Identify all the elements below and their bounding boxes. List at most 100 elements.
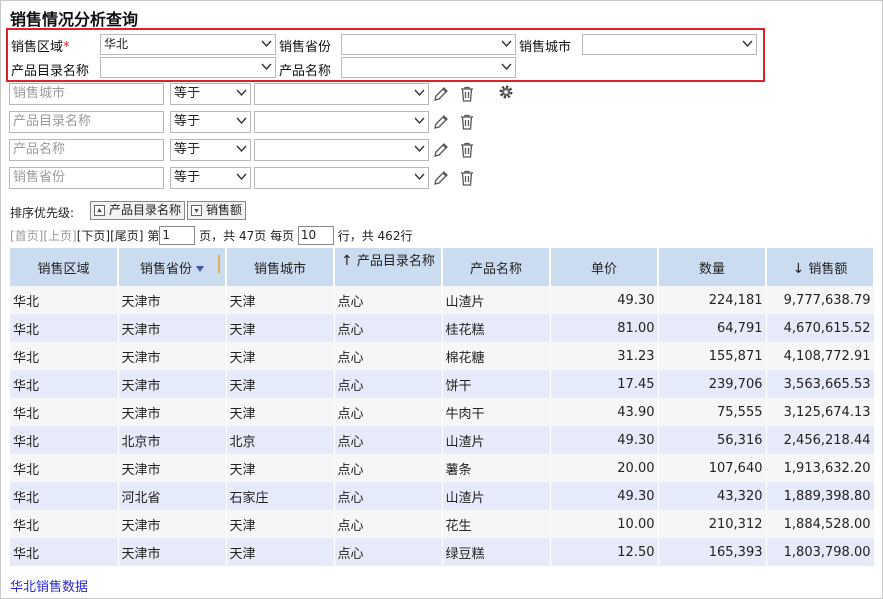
trash-icon[interactable] (458, 85, 476, 103)
table-cell: 天津市 (118, 398, 227, 426)
table-cell: 天津 (226, 314, 335, 342)
edit-pencil-icon[interactable] (432, 85, 450, 103)
column-header-product[interactable]: 产品名称 (442, 248, 551, 286)
trash-icon[interactable] (458, 113, 476, 131)
table-cell: 华北 (10, 342, 119, 370)
table-cell: 2,456,218.44 (766, 426, 875, 454)
table-cell: 华北 (10, 510, 119, 538)
condition-field-input[interactable]: 产品目录名称 (9, 111, 164, 133)
column-header-catalog[interactable]: ↑ 产品目录名称 (334, 248, 443, 286)
table-row[interactable]: 华北 天津市 天津 点心 薯条 20.00 107,640 1,913,632.20 (10, 454, 875, 482)
table-cell: 天津市 (118, 286, 227, 314)
condition-operator-select[interactable]: 等于 (170, 167, 251, 189)
chevron-down-icon (501, 40, 512, 48)
edit-pencil-icon[interactable] (432, 141, 450, 159)
table-cell: 56,316 (658, 426, 767, 454)
column-header-quantity[interactable]: 数量 (658, 248, 767, 286)
table-cell: 点心 (334, 370, 443, 398)
table-cell: 山渣片 (442, 426, 551, 454)
column-header-province[interactable]: 销售省份 (118, 248, 227, 286)
table-cell: 华北 (10, 482, 119, 510)
table-cell: 点心 (334, 286, 443, 314)
condition-value-select[interactable] (254, 167, 429, 189)
table-cell: 天津市 (118, 314, 227, 342)
table-cell: 华北 (10, 370, 119, 398)
chevron-down-icon (261, 40, 272, 48)
condition-operator-select[interactable]: 等于 (170, 83, 251, 105)
condition-field-input[interactable]: 销售城市 (9, 83, 164, 105)
condition-value-select[interactable] (254, 83, 429, 105)
table-cell: 3,125,674.13 (766, 398, 875, 426)
table-row[interactable]: 华北 天津市 天津 点心 牛肉干 43.90 75,555 3,125,674.13 (10, 398, 875, 426)
condition-operator-select[interactable]: 等于 (170, 139, 251, 161)
column-header-city[interactable]: 销售城市 (218, 248, 335, 286)
province-select[interactable] (341, 34, 516, 55)
table-cell: 华北 (10, 454, 119, 482)
last-page-link[interactable]: [尾页] (110, 229, 143, 243)
table-cell: 49.30 (550, 286, 659, 314)
condition-operator-select[interactable]: 等于 (170, 111, 251, 133)
sort-chip-sales[interactable]: 销售额 (187, 201, 247, 220)
column-header-region[interactable]: 销售区域 (10, 248, 119, 286)
region-select[interactable]: 华北 (100, 34, 276, 55)
table-cell: 天津 (226, 454, 335, 482)
sort-priority-label: 排序优先级: (10, 206, 75, 220)
edit-pencil-icon[interactable] (432, 113, 450, 131)
table-cell: 165,393 (658, 538, 767, 566)
sort-chip-catalog[interactable]: 产品目录名称 (90, 201, 186, 220)
table-row[interactable]: 华北 天津市 天津 点心 花生 10.00 210,312 1,884,528.00 (10, 510, 875, 538)
chevron-down-icon (261, 63, 272, 71)
page-title: 销售情况分析查询 (10, 10, 139, 29)
condition-field-input[interactable]: 销售省份 (9, 167, 164, 189)
table-row[interactable]: 华北 天津市 天津 点心 山渣片 49.30 224,181 9,777,638.79 (10, 286, 875, 314)
page-number-input[interactable]: 1 (159, 226, 196, 245)
trash-icon[interactable] (458, 169, 476, 187)
pagination-bar: [首页][上页][下页][尾页] 第1 页，共 47页 每页 10 行，共 46… (10, 226, 412, 246)
chevron-down-icon (236, 89, 247, 97)
table-cell: 天津 (226, 398, 335, 426)
table-cell: 20.00 (550, 454, 659, 482)
table-row[interactable]: 华北 天津市 天津 点心 棉花糖 31.23 155,871 4,108,772.91 (10, 342, 875, 370)
filter-dropdown-icon[interactable] (196, 266, 204, 272)
province-label: 销售省份 (279, 40, 332, 55)
product-label: 产品名称 (279, 64, 332, 79)
column-header-price[interactable]: 单价 (550, 248, 659, 286)
gear-icon[interactable] (497, 83, 515, 101)
condition-value-select[interactable] (254, 139, 429, 161)
table-row[interactable]: 华北 天津市 天津 点心 饼干 17.45 239,706 3,563,665.53 (10, 370, 875, 398)
column-resize-handle[interactable] (218, 255, 220, 273)
column-header-sales[interactable]: ↓ 销售额 (766, 248, 875, 286)
trash-icon[interactable] (458, 141, 476, 159)
sort-ascending-arrow-icon: ↑ (341, 253, 353, 269)
sales-table: 销售区域 销售省份 销售城市 ↑ 产品目录名称 产品名称 单价 数量 ↓ 销售额… (10, 248, 875, 566)
condition-value-select[interactable] (254, 111, 429, 133)
catalog-select[interactable] (100, 57, 276, 78)
table-cell: 山渣片 (442, 482, 551, 510)
per-page-input[interactable]: 10 (297, 226, 334, 245)
table-cell: 12.50 (550, 538, 659, 566)
table-cell: 4,108,772.91 (766, 342, 875, 370)
city-select[interactable] (582, 34, 757, 55)
edit-pencil-icon[interactable] (432, 169, 450, 187)
region-sales-link[interactable]: 华北销售数据 (10, 576, 88, 595)
chevron-down-icon (236, 117, 247, 125)
prev-page-link[interactable]: [上页] (43, 229, 76, 243)
table-cell: 点心 (334, 342, 443, 370)
next-page-link[interactable]: [下页] (77, 229, 110, 243)
table-header-row: 销售区域 销售省份 销售城市 ↑ 产品目录名称 产品名称 单价 数量 ↓ 销售额 (10, 248, 875, 286)
table-row[interactable]: 华北 河北省 石家庄 点心 山渣片 49.30 43,320 1,889,398.80 (10, 482, 875, 510)
table-cell: 石家庄 (226, 482, 335, 510)
table-row[interactable]: 华北 天津市 天津 点心 绿豆糕 12.50 165,393 1,803,798.00 (10, 538, 875, 566)
chevron-down-icon (414, 145, 425, 153)
condition-field-input[interactable]: 产品名称 (9, 139, 164, 161)
table-cell: 点心 (334, 314, 443, 342)
table-cell: 1,889,398.80 (766, 482, 875, 510)
first-page-link[interactable]: [首页] (10, 229, 43, 243)
product-select[interactable] (341, 57, 516, 78)
table-row[interactable]: 华北 天津市 天津 点心 桂花糕 81.00 64,791 4,670,615.52 (10, 314, 875, 342)
table-cell: 天津 (226, 510, 335, 538)
table-cell: 华北 (10, 538, 119, 566)
table-row[interactable]: 华北 北京市 北京 点心 山渣片 49.30 56,316 2,456,218.44 (10, 426, 875, 454)
table-cell: 155,871 (658, 342, 767, 370)
table-cell: 天津市 (118, 510, 227, 538)
